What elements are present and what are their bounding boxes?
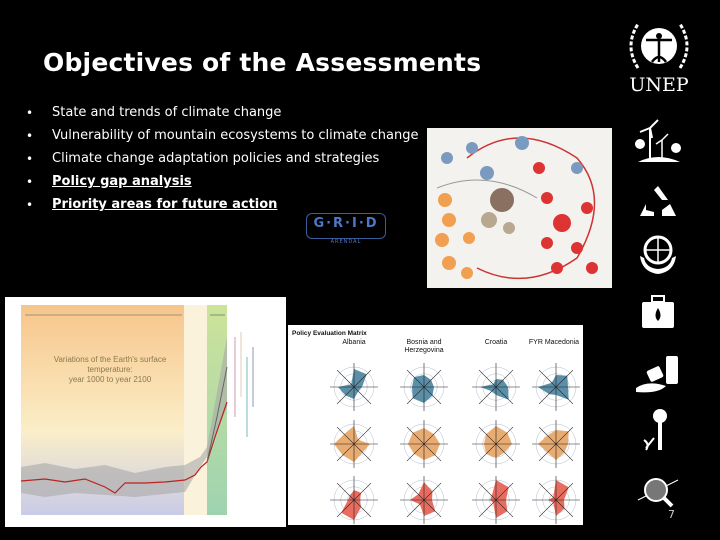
unep-emblem-icon — [629, 23, 689, 69]
bullet-icon: • — [26, 129, 34, 143]
vulnerability-diagram-image — [427, 128, 612, 288]
bullet-item: • Vulnerability of mountain ecosystems to… — [24, 126, 418, 149]
grid-logo-sub: ARENDAL — [330, 239, 362, 245]
globe-hands-icon — [632, 232, 684, 278]
radar-shape — [490, 480, 509, 518]
matrix-column-label: Croatia — [484, 339, 508, 346]
temperature-variation-chart-image: Variations of the Earth's surface temper… — [5, 297, 286, 527]
wind-turbine-icon — [632, 118, 684, 164]
bullet-text: Climate change adaptation policies and s… — [52, 151, 380, 166]
matrix-title: Policy Evaluation Matrix — [292, 330, 367, 337]
caption-line-2: year 1000 to year 2100 — [68, 375, 152, 384]
temperature-graphic — [20, 305, 254, 515]
magnifier-globe-icon — [632, 470, 684, 516]
bullet-item: • Climate change adaptation policies and … — [24, 149, 418, 172]
temperature-caption: Variations of the Earth's surface temper… — [35, 355, 185, 385]
briefcase-drop-icon — [632, 292, 684, 338]
priority-areas-link[interactable]: Priority areas for future action — [52, 197, 277, 212]
bullet-item: • State and trends of climate change — [24, 103, 418, 126]
matrix-column-label: Albania — [342, 339, 366, 346]
tree-industry-icon — [632, 408, 684, 454]
unep-logo-text: UNEP — [629, 74, 689, 96]
bullet-icon: • — [26, 175, 34, 189]
bullet-icon: • — [26, 152, 34, 166]
policy-matrix-graphic: Policy Evaluation Matrix — [292, 330, 580, 524]
recycle-icon — [632, 180, 684, 226]
unep-logo: UNEP — [624, 16, 694, 98]
page-number: 7 — [668, 508, 675, 521]
bullet-icon: • — [26, 198, 34, 212]
diagram-graphic — [435, 136, 598, 280]
slide-title: Objectives of the Assessments — [43, 48, 482, 77]
bullet-icon: • — [26, 106, 34, 120]
grid-arendal-logo: G·R·I·D ARENDAL — [306, 213, 386, 251]
grid-logo-letters: G·R·I·D — [313, 216, 379, 231]
matrix-column-label: FYR Macedonia — [528, 339, 580, 346]
caption-line-1: Variations of the Earth's surface temper… — [53, 355, 167, 374]
matrix-column-label: Bosnia and Herzegovina — [404, 339, 444, 354]
policy-gap-link[interactable]: Policy gap analysis — [52, 174, 192, 189]
policy-evaluation-matrix-image: Policy Evaluation Matrix Albania Bosnia … — [288, 325, 583, 525]
bullet-text: State and trends of climate change — [52, 105, 282, 120]
radar-shape — [412, 375, 434, 403]
radar-shape — [538, 430, 569, 460]
bullet-item-link[interactable]: • Policy gap analysis — [24, 172, 418, 195]
radar-shape — [341, 490, 362, 520]
radar-shape — [480, 379, 509, 400]
bullet-text: Vulnerability of mountain ecosystems to … — [52, 128, 419, 143]
radar-shape — [338, 369, 367, 399]
objectives-list: • State and trends of climate change • Vul… — [24, 103, 418, 218]
spill-barrel-icon — [632, 352, 684, 398]
